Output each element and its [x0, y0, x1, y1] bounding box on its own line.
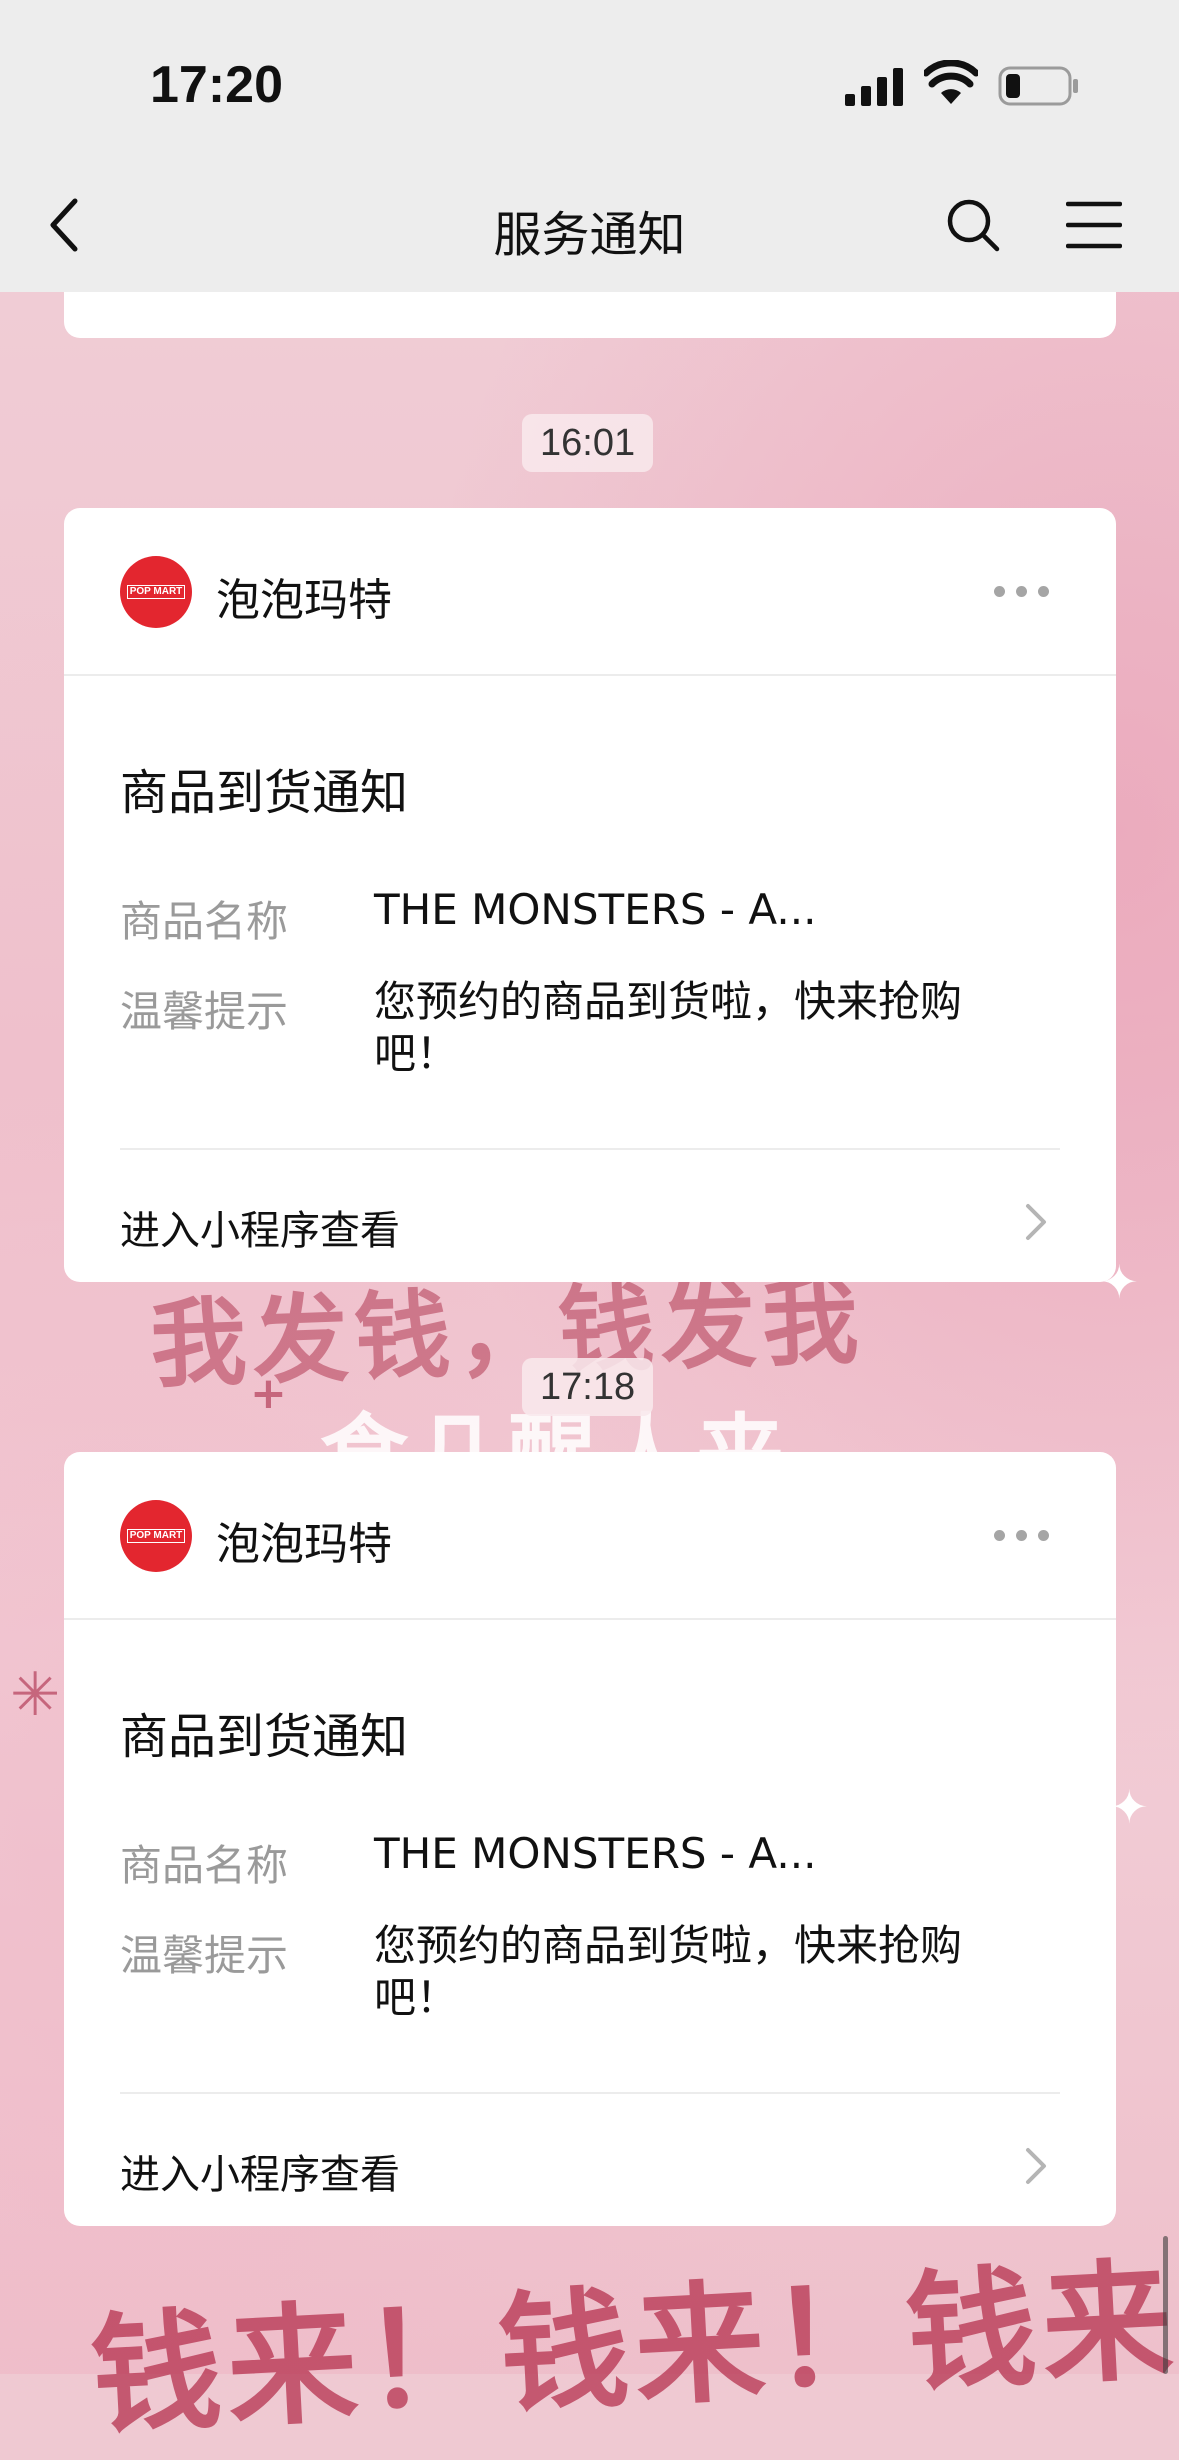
more-icon[interactable]	[994, 1530, 1049, 1541]
divider	[120, 1148, 1060, 1150]
message-timestamp: 16:01	[522, 414, 654, 472]
scrollbar[interactable]	[1163, 2236, 1168, 2374]
plus-decoration-icon: +	[250, 1368, 287, 1419]
pop-mart-logo: POP MART	[120, 556, 192, 628]
notification-card[interactable]: POP MART 泡泡玛特 商品到货通知 商品名称 THE MONSTERS -…	[64, 1452, 1116, 2226]
card-header: POP MART 泡泡玛特	[64, 508, 1116, 676]
message-timestamp: 17:18	[522, 1358, 654, 1416]
logo-text: POP MART	[126, 585, 186, 599]
card-header: POP MART 泡泡玛特	[64, 1452, 1116, 1620]
top-bar: 17:20 服务通知	[0, 0, 1179, 292]
page-title: 服务通知	[493, 207, 686, 263]
status-time: 17:20	[150, 56, 283, 114]
brand-name: 泡泡玛特	[216, 575, 392, 626]
logo-text: POP MART	[126, 1529, 186, 1543]
more-icon[interactable]	[994, 586, 1049, 597]
open-mini-program-link[interactable]: 进入小程序查看	[120, 1198, 400, 1256]
field-value-tip: 您预约的商品到货啦，快来抢购吧！	[374, 1921, 963, 2022]
field-label-tip: 温馨提示	[120, 1931, 289, 1980]
brand-name: 泡泡玛特	[216, 1519, 392, 1570]
field-value-product: THE MONSTERS - A...	[374, 1829, 817, 1878]
field-label-tip: 温馨提示	[120, 987, 289, 1036]
notification-title: 商品到货通知	[120, 1709, 409, 1765]
field-value-product: THE MONSTERS - A...	[374, 885, 817, 934]
battery-icon	[998, 66, 1078, 106]
previous-message-card	[64, 292, 1116, 338]
chevron-right-icon[interactable]	[1024, 2146, 1048, 2186]
notification-card[interactable]: POP MART 泡泡玛特 商品到货通知 商品名称 THE MONSTERS -…	[64, 508, 1116, 1282]
wifi-icon	[924, 60, 978, 104]
notification-title: 商品到货通知	[120, 765, 409, 821]
pop-mart-logo: POP MART	[120, 1500, 192, 1572]
search-icon[interactable]	[945, 197, 1001, 253]
chevron-right-icon[interactable]	[1024, 1202, 1048, 1242]
field-label-product: 商品名称	[120, 897, 289, 946]
asterisk-decoration-icon: ✳	[10, 1660, 61, 1730]
menu-icon[interactable]	[1066, 200, 1122, 250]
divider	[120, 2092, 1060, 2094]
field-value-tip: 您预约的商品到货啦，快来抢购吧！	[374, 977, 963, 1078]
field-label-product: 商品名称	[120, 1841, 289, 1890]
open-mini-program-link[interactable]: 进入小程序查看	[120, 2142, 400, 2200]
signal-icon	[845, 68, 903, 106]
